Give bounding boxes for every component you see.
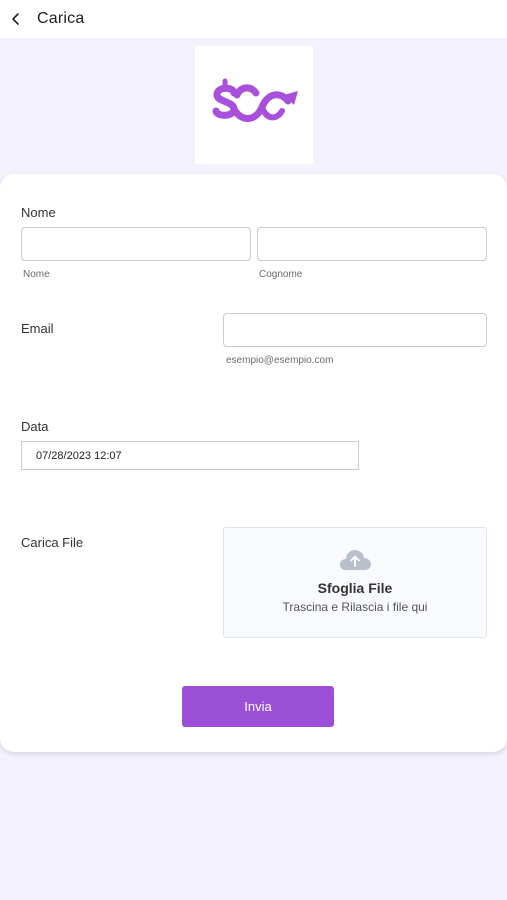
name-label: Nome [21, 205, 56, 220]
dollar-infinity-arrow-logo-icon [212, 78, 298, 122]
last-name-sublabel: Cognome [259, 269, 303, 280]
first-name-input[interactable] [21, 227, 251, 261]
date-input[interactable]: 07/28/2023 12:07 [21, 441, 359, 470]
file-upload-label: Carica File [21, 535, 84, 550]
app-logo [195, 46, 313, 164]
submit-button[interactable]: Invia [182, 686, 334, 727]
page-title: Carica [37, 10, 85, 27]
top-app-bar: Carica [0, 0, 507, 38]
date-label: Data [21, 419, 49, 434]
date-value: 07/28/2023 12:07 [36, 449, 122, 462]
chevron-left-icon [12, 13, 19, 25]
drag-drop-hint: Trascina e Rilascia i file qui [282, 600, 428, 614]
last-name-input[interactable] [257, 227, 487, 261]
upload-form-card: Nome Nome Cognome Email esempio@esempio.… [0, 174, 507, 752]
cloud-upload-icon [339, 550, 371, 570]
email-sublabel: esempio@esempio.com [226, 355, 334, 366]
back-button[interactable] [4, 7, 28, 31]
file-dropzone[interactable]: Sfoglia File Trascina e Rilascia i file … [223, 527, 487, 638]
browse-files-title: Sfoglia File [317, 580, 393, 596]
email-label: Email [21, 321, 54, 336]
first-name-sublabel: Nome [23, 269, 50, 280]
email-input[interactable] [223, 313, 487, 347]
